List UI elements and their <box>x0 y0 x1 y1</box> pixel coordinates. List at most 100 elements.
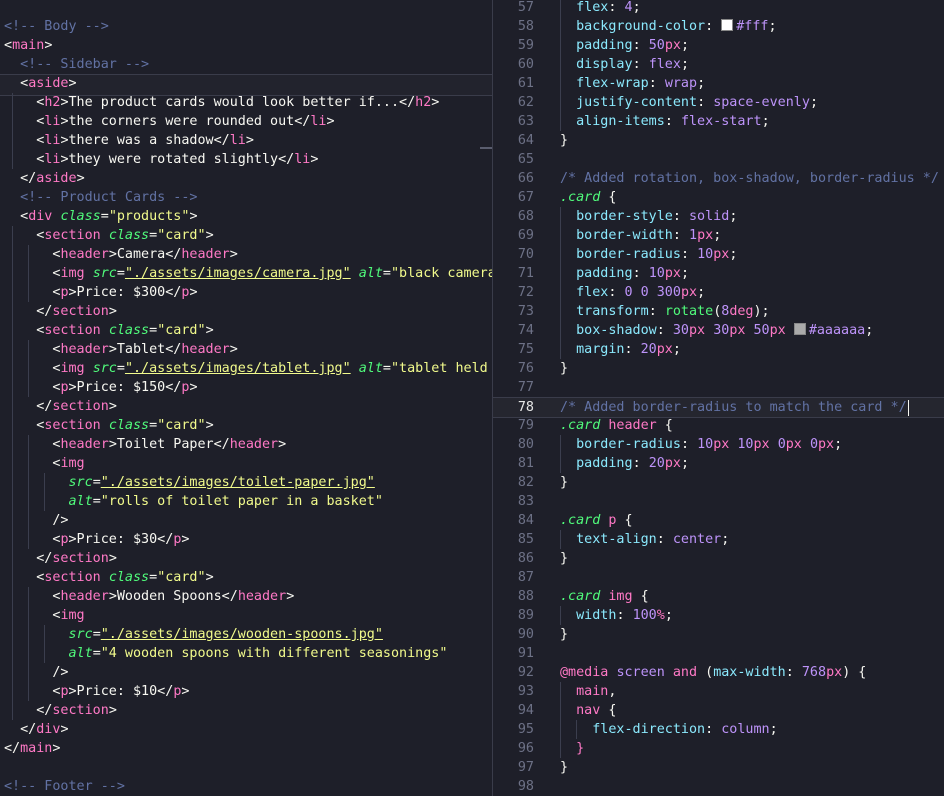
code-line[interactable]: </main> <box>0 739 492 758</box>
code-line[interactable]: 67 .card { <box>493 188 944 207</box>
code-line[interactable]: 65 <box>493 150 944 169</box>
code-line[interactable]: <div class="products"> <box>0 207 492 226</box>
code-line[interactable]: <header>Tablet</header> <box>0 340 492 359</box>
code-line[interactable]: 98 <box>493 777 944 796</box>
code-line[interactable]: <!-- Body --> <box>0 17 492 36</box>
color-swatch-icon[interactable] <box>721 19 734 31</box>
code-line[interactable]: <header>Wooden Spoons</header> <box>0 587 492 606</box>
code-line[interactable]: 85 text-align: center; <box>493 530 944 549</box>
code-line[interactable]: 71 padding: 10px; <box>493 264 944 283</box>
code-line[interactable]: 92 @media screen and (max-width: 768px) { <box>493 663 944 682</box>
code-line[interactable]: <p>Price: $300</p> <box>0 283 492 302</box>
code-line[interactable]: 66 /* Added rotation, box-shadow, border-… <box>493 169 944 188</box>
code-line[interactable]: 89 width: 100%; <box>493 606 944 625</box>
css-editor-pane[interactable]: 57 flex: 4; 58 background-color: #fff; 59 … <box>493 0 944 796</box>
code-line[interactable]: src="./assets/images/toilet-paper.jpg" <box>0 473 492 492</box>
code-line[interactable]: <img src="./assets/images/camera.jpg" al… <box>0 264 492 283</box>
code-token: /> <box>4 665 69 680</box>
code-line[interactable]: <li>there was a shadow</li> <box>0 131 492 150</box>
code-line[interactable]: 91 <box>493 644 944 663</box>
code-text: } <box>560 359 568 378</box>
code-line[interactable]: <header>Camera</header> <box>0 245 492 264</box>
code-line[interactable]: 82} <box>493 473 944 492</box>
code-line[interactable]: 94 nav { <box>493 701 944 720</box>
code-line[interactable]: 73 transform: rotate(8deg); <box>493 302 944 321</box>
code-line[interactable]: <h2>The product cards would look better … <box>0 93 492 112</box>
code-line[interactable]: <p>Price: $10</p> <box>0 682 492 701</box>
code-token: >The product cards would look better if.… <box>60 95 416 110</box>
line-number: 87 <box>517 570 534 585</box>
code-line[interactable]: 81 padding: 20px; <box>493 454 944 473</box>
code-line[interactable]: 84 .card p { <box>493 511 944 530</box>
code-line[interactable]: <img <box>0 454 492 473</box>
code-line[interactable]: 86} <box>493 549 944 568</box>
code-line[interactable]: 77 <box>493 378 944 397</box>
code-line[interactable]: alt="4 wooden spoons with different seas… <box>0 644 492 663</box>
html-editor-pane[interactable]: <!-- Body --> <main> <!-- Sidebar --> <as… <box>0 0 492 796</box>
code-line[interactable]: <section class="card"> <box>0 568 492 587</box>
code-line[interactable]: 96 } <box>493 739 944 758</box>
code-line[interactable]: <img src="./assets/images/tablet.jpg" al… <box>0 359 492 378</box>
code-line[interactable]: </aside> <box>0 169 492 188</box>
code-line[interactable]: 62 justify-content: space-evenly; <box>493 93 944 112</box>
code-line[interactable]: /> <box>0 511 492 530</box>
code-token: : <box>648 304 665 319</box>
code-line[interactable]: </section> <box>0 701 492 720</box>
code-line[interactable]: </section> <box>0 397 492 416</box>
code-line[interactable]: 58 background-color: #fff; <box>493 17 944 36</box>
code-token: header <box>608 418 657 433</box>
code-line[interactable]: <section class="card"> <box>0 321 492 340</box>
code-line[interactable]: <!-- Product Cards --> <box>0 188 492 207</box>
code-line[interactable]: 97} <box>493 758 944 777</box>
code-line[interactable]: <li>the corners were rounded out</li> <box>0 112 492 131</box>
code-line[interactable]: </div> <box>0 720 492 739</box>
code-line[interactable]: 75 margin: 20px; <box>493 340 944 359</box>
code-line[interactable]: 76} <box>493 359 944 378</box>
code-line[interactable] <box>0 758 492 777</box>
code-token: > <box>108 703 117 718</box>
code-line[interactable]: 70 border-radius: 10px; <box>493 245 944 264</box>
code-line[interactable]: 80 border-radius: 10px 10px 0px 0px; <box>493 435 944 454</box>
code-line[interactable]: 57 flex: 4; <box>493 0 944 17</box>
code-line[interactable]: 68 border-style: solid; <box>493 207 944 226</box>
code-line[interactable]: /> <box>0 663 492 682</box>
code-line[interactable]: 83 <box>493 492 944 511</box>
code-line[interactable]: 79 .card header { <box>493 416 944 435</box>
code-line[interactable]: <section class="card"> <box>0 226 492 245</box>
code-line[interactable]: <p>Price: $150</p> <box>0 378 492 397</box>
code-line[interactable]: </section> <box>0 302 492 321</box>
code-line[interactable]: 61 flex-wrap: wrap; <box>493 74 944 93</box>
code-token: "rolls of toilet paper in a basket" <box>100 494 383 509</box>
code-token: ; <box>768 19 777 34</box>
code-line[interactable]: alt="rolls of toilet paper in a basket" <box>0 492 492 511</box>
code-line[interactable]: <!-- Footer --> <box>0 777 492 796</box>
code-line[interactable]: <section class="card"> <box>0 416 492 435</box>
code-line[interactable]: 60 display: flex; <box>493 55 944 74</box>
code-line[interactable]: 64} <box>493 131 944 150</box>
code-line[interactable]: <img <box>0 606 492 625</box>
code-line[interactable]: <li>they were rotated slightly</li> <box>0 150 492 169</box>
color-swatch-icon[interactable] <box>793 323 806 335</box>
code-token: 1 <box>689 228 698 243</box>
code-line[interactable]: <p>Price: $30</p> <box>0 530 492 549</box>
code-line[interactable]: src="./assets/images/wooden-spoons.jpg" <box>0 625 492 644</box>
code-line[interactable]: </section> <box>0 549 492 568</box>
code-line[interactable]: 93 main, <box>493 682 944 701</box>
code-line[interactable]: 69 border-width: 1px; <box>493 226 944 245</box>
code-line[interactable]: 72 flex: 0 0 300px; <box>493 283 944 302</box>
code-line[interactable]: 78 /* Added border-radius to match the ca… <box>493 397 944 418</box>
code-line[interactable]: 95 flex-direction: column; <box>493 720 944 739</box>
code-line[interactable]: <header>Toilet Paper</header> <box>0 435 492 454</box>
code-line[interactable]: 59 padding: 50px; <box>493 36 944 55</box>
code-line[interactable]: <!-- Sidebar --> <box>0 55 492 74</box>
code-line[interactable]: 74 box-shadow: 30px 30px 50px #aaaaaa; <box>493 321 944 340</box>
code-line[interactable]: <aside> <box>0 74 492 93</box>
code-line[interactable]: 63 align-items: flex-start; <box>493 112 944 131</box>
code-line[interactable]: 87 <box>493 568 944 587</box>
code-line[interactable]: 90} <box>493 625 944 644</box>
code-line[interactable]: <main> <box>0 36 492 55</box>
code-line[interactable]: 88 .card img { <box>493 587 944 606</box>
